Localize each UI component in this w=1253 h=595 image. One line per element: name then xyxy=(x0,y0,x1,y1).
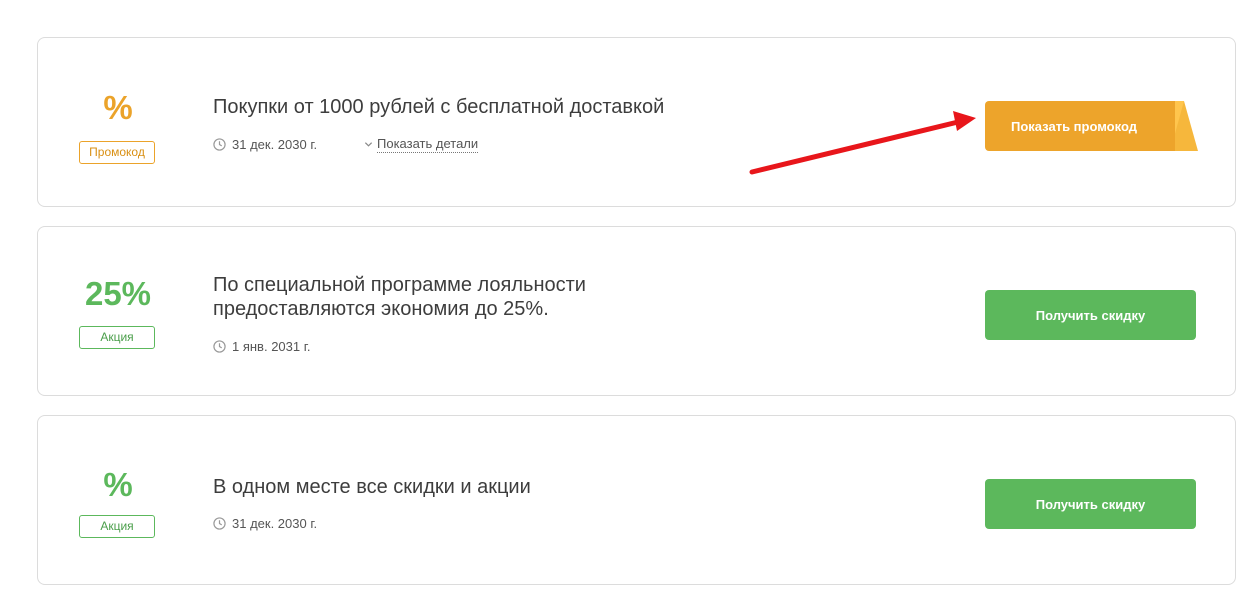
offer-title: Покупки от 1000 рублей с бесплатной дост… xyxy=(213,96,665,118)
get-discount-button[interactable]: Получить скидку xyxy=(985,479,1196,529)
offer-title: По специальной программе лояльности пред… xyxy=(213,274,586,320)
offer-expiry: 31 дек. 2030 г. xyxy=(213,135,317,153)
offer-date: 31 дек. 2030 г. xyxy=(232,136,318,152)
offer-type-tag: Акция xyxy=(79,326,155,349)
offer-value: % xyxy=(103,89,133,126)
offer-title: В одном месте все скидки и акции xyxy=(213,476,531,498)
offer-card-loyalty: 25% Акция По специальной программе лояль… xyxy=(37,226,1236,396)
clock-icon xyxy=(213,137,226,151)
offer-date: 31 дек. 2030 г. xyxy=(232,515,318,531)
show-details-label: Показать детали xyxy=(377,136,479,153)
offer-badge: % Промокод xyxy=(78,38,158,206)
offer-type-tag: Акция xyxy=(79,515,155,538)
offer-expiry: 1 янв. 2031 г. xyxy=(213,337,311,355)
offer-type-tag: Промокод xyxy=(79,141,155,164)
show-promo-code-button[interactable]: Показать промокод xyxy=(985,101,1175,151)
offer-card-promo: % Промокод Покупки от 1000 рублей с бесп… xyxy=(37,37,1236,207)
offer-value: % xyxy=(103,466,133,503)
offer-badge: 25% Акция xyxy=(78,227,158,395)
chevron-down-icon xyxy=(364,142,373,147)
offer-card-all-discounts: % Акция В одном месте все скидки и акции… xyxy=(37,415,1236,585)
offer-badge: % Акция xyxy=(78,416,158,584)
get-discount-button[interactable]: Получить скидку xyxy=(985,290,1196,340)
offer-expiry: 31 дек. 2030 г. xyxy=(213,514,317,532)
clock-icon xyxy=(213,339,226,353)
offer-date: 1 янв. 2031 г. xyxy=(232,338,311,354)
offer-value: 25% xyxy=(84,275,152,312)
show-details-link[interactable]: Показать детали xyxy=(364,136,479,153)
clock-icon xyxy=(213,516,226,530)
